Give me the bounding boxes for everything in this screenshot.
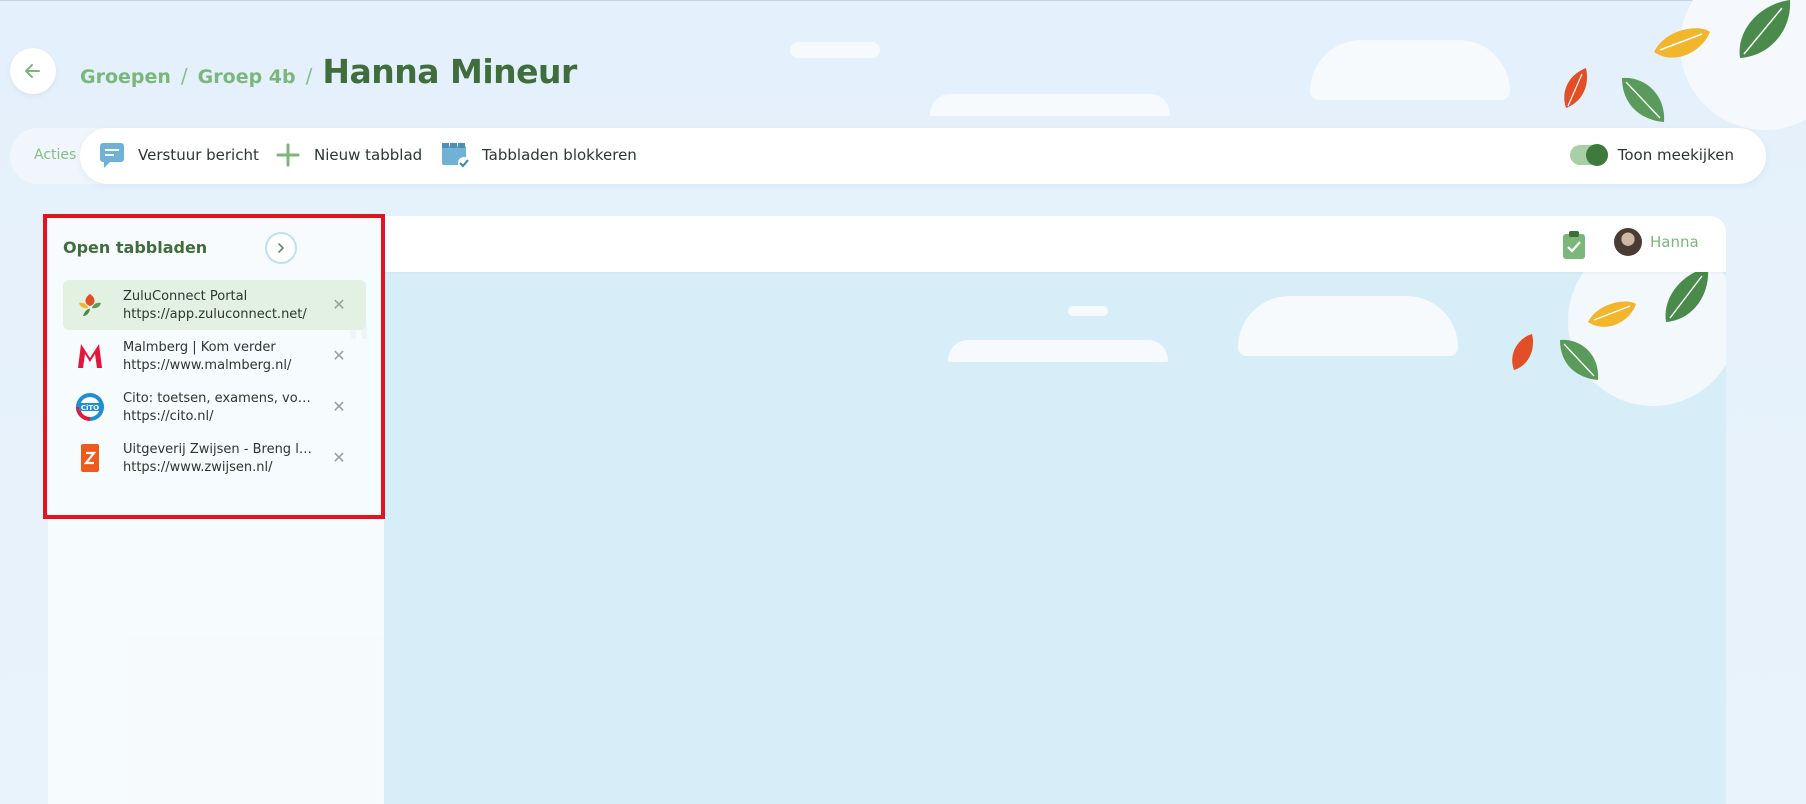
new-tab-button[interactable]: Nieuw tabblad	[274, 141, 422, 169]
avatar	[1614, 228, 1642, 256]
open-tabs-panel: Open tabbladen ZuluConnect Portal https:…	[48, 216, 384, 804]
page-title: Hanna Mineur	[322, 52, 577, 91]
cloud-decoration	[930, 94, 1170, 116]
panel-title: Open tabbladen	[63, 238, 208, 257]
user-name: Hanna	[1650, 233, 1699, 251]
zwijsen-icon	[75, 443, 105, 473]
close-tab-button[interactable]: ✕	[331, 450, 347, 466]
back-button[interactable]	[10, 48, 56, 94]
send-message-label: Verstuur bericht	[138, 146, 259, 164]
tab-url: https://app.zuluconnect.net/	[123, 307, 307, 322]
top-border	[0, 0, 1806, 1]
leaf-decoration	[1512, 334, 1534, 370]
tab-title: ZuluConnect Portal	[123, 289, 248, 304]
collapse-panel-button[interactable]	[265, 232, 297, 264]
tab-item-malmberg[interactable]: Malmberg | Kom verder https://www.malmbe…	[63, 331, 366, 381]
tab-item-cito[interactable]: CiTO Cito: toetsen, examens, vol... http…	[63, 382, 366, 432]
malmberg-icon	[75, 341, 105, 371]
leaf-decoration	[1622, 77, 1665, 122]
zuluconnect-icon	[75, 290, 105, 320]
tab-item-zuluconnect[interactable]: ZuluConnect Portal https://app.zuluconne…	[63, 280, 366, 330]
breadcrumb-separator: /	[180, 64, 188, 88]
breadcrumb-groepen[interactable]: Groepen	[80, 66, 171, 88]
cloud-decoration	[948, 340, 1168, 362]
watch-toggle-label: Toon meekijken	[1617, 146, 1734, 164]
clipboard-check-icon	[1563, 231, 1585, 259]
tab-url: https://www.malmberg.nl/	[123, 358, 292, 373]
actions-label: Acties	[34, 147, 77, 163]
breadcrumb-separator: /	[305, 64, 313, 88]
arrow-left-icon	[25, 64, 40, 78]
breadcrumb-groep[interactable]: Groep 4b	[198, 66, 296, 88]
cito-icon: CiTO	[75, 392, 105, 422]
tab-title: Malmberg | Kom verder	[123, 340, 276, 355]
tab-title: Uitgeverij Zwijsen - Breng le...	[123, 442, 313, 457]
breadcrumb: Groepen / Groep 4b / Hanna Mineur	[80, 52, 577, 91]
watch-toggle-group: Toon meekijken	[1569, 144, 1734, 166]
close-tab-button[interactable]: ✕	[331, 348, 347, 364]
user-chip[interactable]: Hanna	[1614, 228, 1699, 256]
cloud-decoration	[790, 42, 880, 58]
tab-title: Cito: toetsen, examens, vol...	[123, 391, 313, 406]
cloud-decoration	[1310, 40, 1510, 100]
close-tab-button[interactable]: ✕	[331, 297, 347, 313]
close-tab-button[interactable]: ✕	[331, 399, 347, 415]
block-tabs-button[interactable]: Tabbladen blokkeren	[440, 141, 637, 169]
new-tab-label: Nieuw tabblad	[314, 146, 423, 164]
watch-toggle[interactable]	[1569, 144, 1608, 166]
block-tabs-icon	[442, 143, 470, 169]
chat-bubble-icon	[100, 143, 124, 168]
leaf-decoration	[1665, 268, 1709, 322]
tab-url: https://www.zwijsen.nl/	[123, 460, 273, 475]
plus-icon	[276, 143, 300, 167]
leaf-decoration	[1739, 0, 1791, 58]
leaf-decoration	[1560, 339, 1599, 380]
chevron-right-icon	[278, 243, 285, 253]
action-bar: Verstuur bericht Nieuw tabblad Tabbladen…	[80, 128, 1766, 184]
tab-url: https://cito.nl/	[123, 409, 214, 424]
leaf-decoration	[1588, 301, 1636, 327]
cloud-decoration	[1238, 296, 1458, 356]
clipboard-button[interactable]	[1562, 230, 1586, 264]
cloud-decoration	[1068, 306, 1108, 316]
leaf-decoration	[1564, 68, 1588, 108]
send-message-button[interactable]: Verstuur bericht	[98, 141, 259, 169]
leaf-decoration	[1654, 28, 1710, 58]
block-tabs-label: Tabbladen blokkeren	[482, 146, 637, 164]
tab-item-zwijsen[interactable]: Uitgeverij Zwijsen - Breng le... https:/…	[63, 433, 366, 483]
svg-text:CiTO: CiTO	[81, 404, 99, 412]
